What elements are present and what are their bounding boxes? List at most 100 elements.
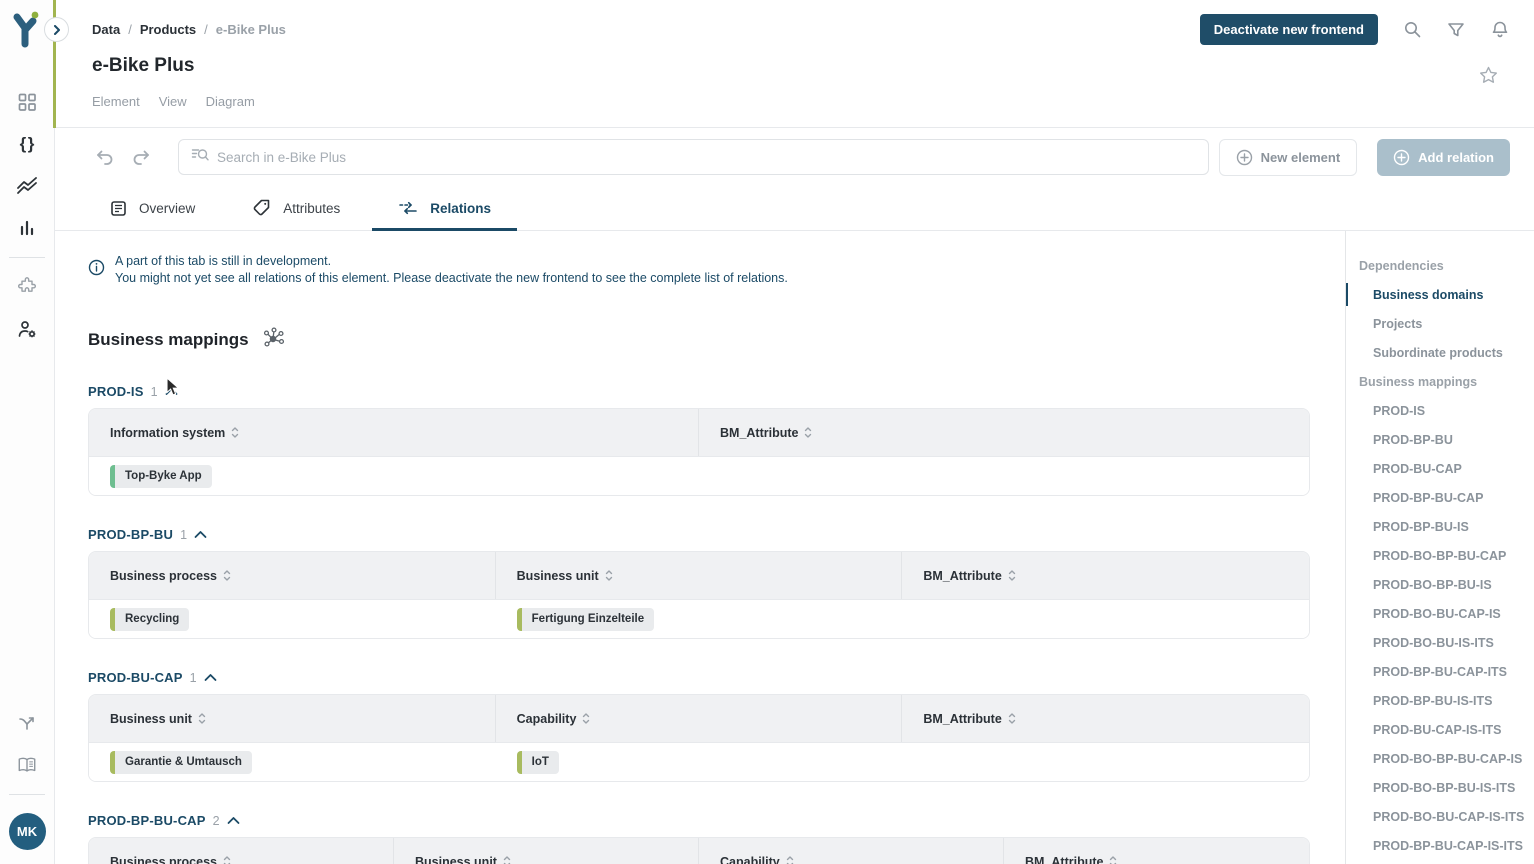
redo-icon[interactable] [128,144,154,170]
relations-icon [398,200,418,216]
toc-item-prod-bp-bu-is[interactable]: PROD-BP-BU-IS [1359,512,1534,541]
tab-bar: Overview Attributes Relations [55,186,1534,231]
development-notice: A part of this tab is still in developme… [88,253,1310,287]
sort-icon [223,569,231,582]
toc-item-subordinate-products[interactable]: Subordinate products [1359,338,1534,367]
column-header[interactable]: Business unit [89,695,496,742]
toc-item-prod-bp-bu[interactable]: PROD-BP-BU [1359,425,1534,454]
column-header[interactable]: BM_Attribute [699,409,1309,456]
bar-chart-icon[interactable] [0,207,55,249]
tab-relations[interactable]: Relations [372,186,517,230]
column-header[interactable]: BM_Attribute [902,552,1309,599]
filter-icon[interactable] [1446,20,1466,40]
element-chip[interactable]: Fertigung Einzelteile [517,608,654,631]
tab-overview[interactable]: Overview [84,186,221,230]
deactivate-new-frontend-button[interactable]: Deactivate new frontend [1200,14,1378,45]
menu-view[interactable]: View [159,94,187,109]
toc-item-prod-bo-bu-cap-is-its[interactable]: PROD-BO-BU-CAP-IS-ITS [1359,802,1534,831]
document-icon [110,200,127,217]
chevron-up-icon [204,673,217,682]
table-header-row: Business process Business unit Capabilit… [89,838,1309,864]
code-braces-icon[interactable]: { } [0,123,55,165]
toc-item-prod-bo-bu-is-its[interactable]: PROD-BO-BU-IS-ITS [1359,628,1534,657]
column-header[interactable]: Business process [89,838,394,864]
toc-item-prod-is[interactable]: PROD-IS [1359,396,1534,425]
search-input[interactable] [217,150,1196,165]
column-header[interactable]: Information system [89,409,699,456]
breadcrumb-data[interactable]: Data [92,22,120,37]
toc-item-prod-bp-bu-cap-is-its[interactable]: PROD-BP-BU-CAP-IS-ITS [1359,831,1534,860]
sidebar-collapse-button[interactable] [44,17,69,42]
bell-icon[interactable] [1490,20,1510,40]
toc-item-prod-bu-cap[interactable]: PROD-BU-CAP [1359,454,1534,483]
sort-icon [223,855,231,864]
element-chip[interactable]: Top-Byke App [110,465,212,488]
toc-item-prod-bo-bp-bu-is[interactable]: PROD-BO-BP-BU-IS [1359,570,1534,599]
user-avatar[interactable]: MK [9,813,46,850]
table-header-row: Information system BM_Attribute [89,409,1309,457]
sort-icon [503,855,511,864]
element-chip[interactable]: Recycling [110,608,189,631]
chevron-up-icon [165,387,178,396]
toc-item-prod-bo-bu-cap-is[interactable]: PROD-BO-BU-CAP-IS [1359,599,1534,628]
puzzle-icon[interactable] [0,266,55,308]
column-header[interactable]: BM_Attribute [1004,838,1309,864]
toc-item-prod-bo-bp-bu-cap-is[interactable]: PROD-BO-BP-BU-CAP-IS [1359,744,1534,773]
element-chip[interactable]: Garantie & Umtausch [110,751,252,774]
column-header[interactable]: Capability [699,838,1004,864]
tab-relations-label: Relations [430,201,491,216]
toc-item-prod-bp-bu-is-its[interactable]: PROD-BP-BU-IS-ITS [1359,686,1534,715]
element-chip[interactable]: IoT [517,751,559,774]
split-arrow-icon[interactable] [0,702,55,744]
sort-icon [582,712,590,725]
toc-item-business-domains[interactable]: Business domains [1359,280,1534,309]
molecule-icon[interactable] [263,327,285,353]
tab-attributes[interactable]: Attributes [227,186,366,230]
section-toggle[interactable]: PROD-BP-BU-CAP 2 [88,813,1310,828]
app-logo[interactable] [9,11,45,51]
search-icon[interactable] [1402,20,1422,40]
table-row: Recycling Fertigung Einzelteile [89,600,1309,638]
sort-icon [1008,569,1016,582]
user-settings-icon[interactable] [0,308,55,350]
section-id: PROD-BP-BU [88,527,173,542]
toc-item-prod-bo-bp-bu-cap-is-its[interactable]: PROD-BO-BP-BU-CAP-IS-ITS [1359,860,1534,864]
menu-element[interactable]: Element [92,94,140,109]
toolbar: New element Add relation [55,128,1534,186]
column-header[interactable]: Capability [496,695,903,742]
toc-item-prod-bp-bu-cap-its[interactable]: PROD-BP-BU-CAP-ITS [1359,657,1534,686]
page-header: Data / Products / e-Bike Plus e-Bike Plu… [55,0,1534,128]
relations-content: A part of this tab is still in developme… [55,231,1345,864]
column-header[interactable]: Business unit [394,838,699,864]
book-icon[interactable] [0,744,55,786]
undo-icon[interactable] [92,144,118,170]
table-header-row: Business process Business unit BM_Attrib… [89,552,1309,600]
new-element-label: New element [1261,150,1340,165]
toc-item-prod-bp-bu-cap[interactable]: PROD-BP-BU-CAP [1359,483,1534,512]
menu-diagram[interactable]: Diagram [206,94,255,109]
table-row: Top-Byke App [89,457,1309,495]
column-header[interactable]: Business unit [496,552,903,599]
section-toggle[interactable]: PROD-BU-CAP 1 [88,670,1310,685]
page-title: e-Bike Plus [92,55,1534,77]
favorite-star-icon[interactable] [1479,66,1498,89]
new-element-button[interactable]: New element [1219,139,1357,176]
notice-line2: You might not yet see all relations of t… [115,270,788,287]
toc-item-prod-bo-bp-bu-is-its[interactable]: PROD-BO-BP-BU-IS-ITS [1359,773,1534,802]
sort-icon [1008,712,1016,725]
breadcrumb-products[interactable]: Products [140,22,196,37]
add-relation-button[interactable]: Add relation [1377,139,1510,176]
analytics-lines-icon[interactable] [0,165,55,207]
toc-item-prod-bu-cap-is-its[interactable]: PROD-BU-CAP-IS-ITS [1359,715,1534,744]
section-prod-bp-bu-cap: PROD-BP-BU-CAP 2 Business process Busine… [88,813,1310,864]
element-search-box[interactable] [178,139,1209,175]
column-header[interactable]: BM_Attribute [902,695,1309,742]
toc-item-projects[interactable]: Projects [1359,309,1534,338]
toc-item-prod-bo-bp-bu-cap[interactable]: PROD-BO-BP-BU-CAP [1359,541,1534,570]
column-header[interactable]: Business process [89,552,496,599]
section-toggle[interactable]: PROD-IS 1 [88,384,1310,399]
dashboard-grid-icon[interactable] [0,81,55,123]
toc-heading-dependencies: Dependencies [1359,251,1534,280]
section-toggle[interactable]: PROD-BP-BU 1 [88,527,1310,542]
chevron-up-icon [194,530,207,539]
